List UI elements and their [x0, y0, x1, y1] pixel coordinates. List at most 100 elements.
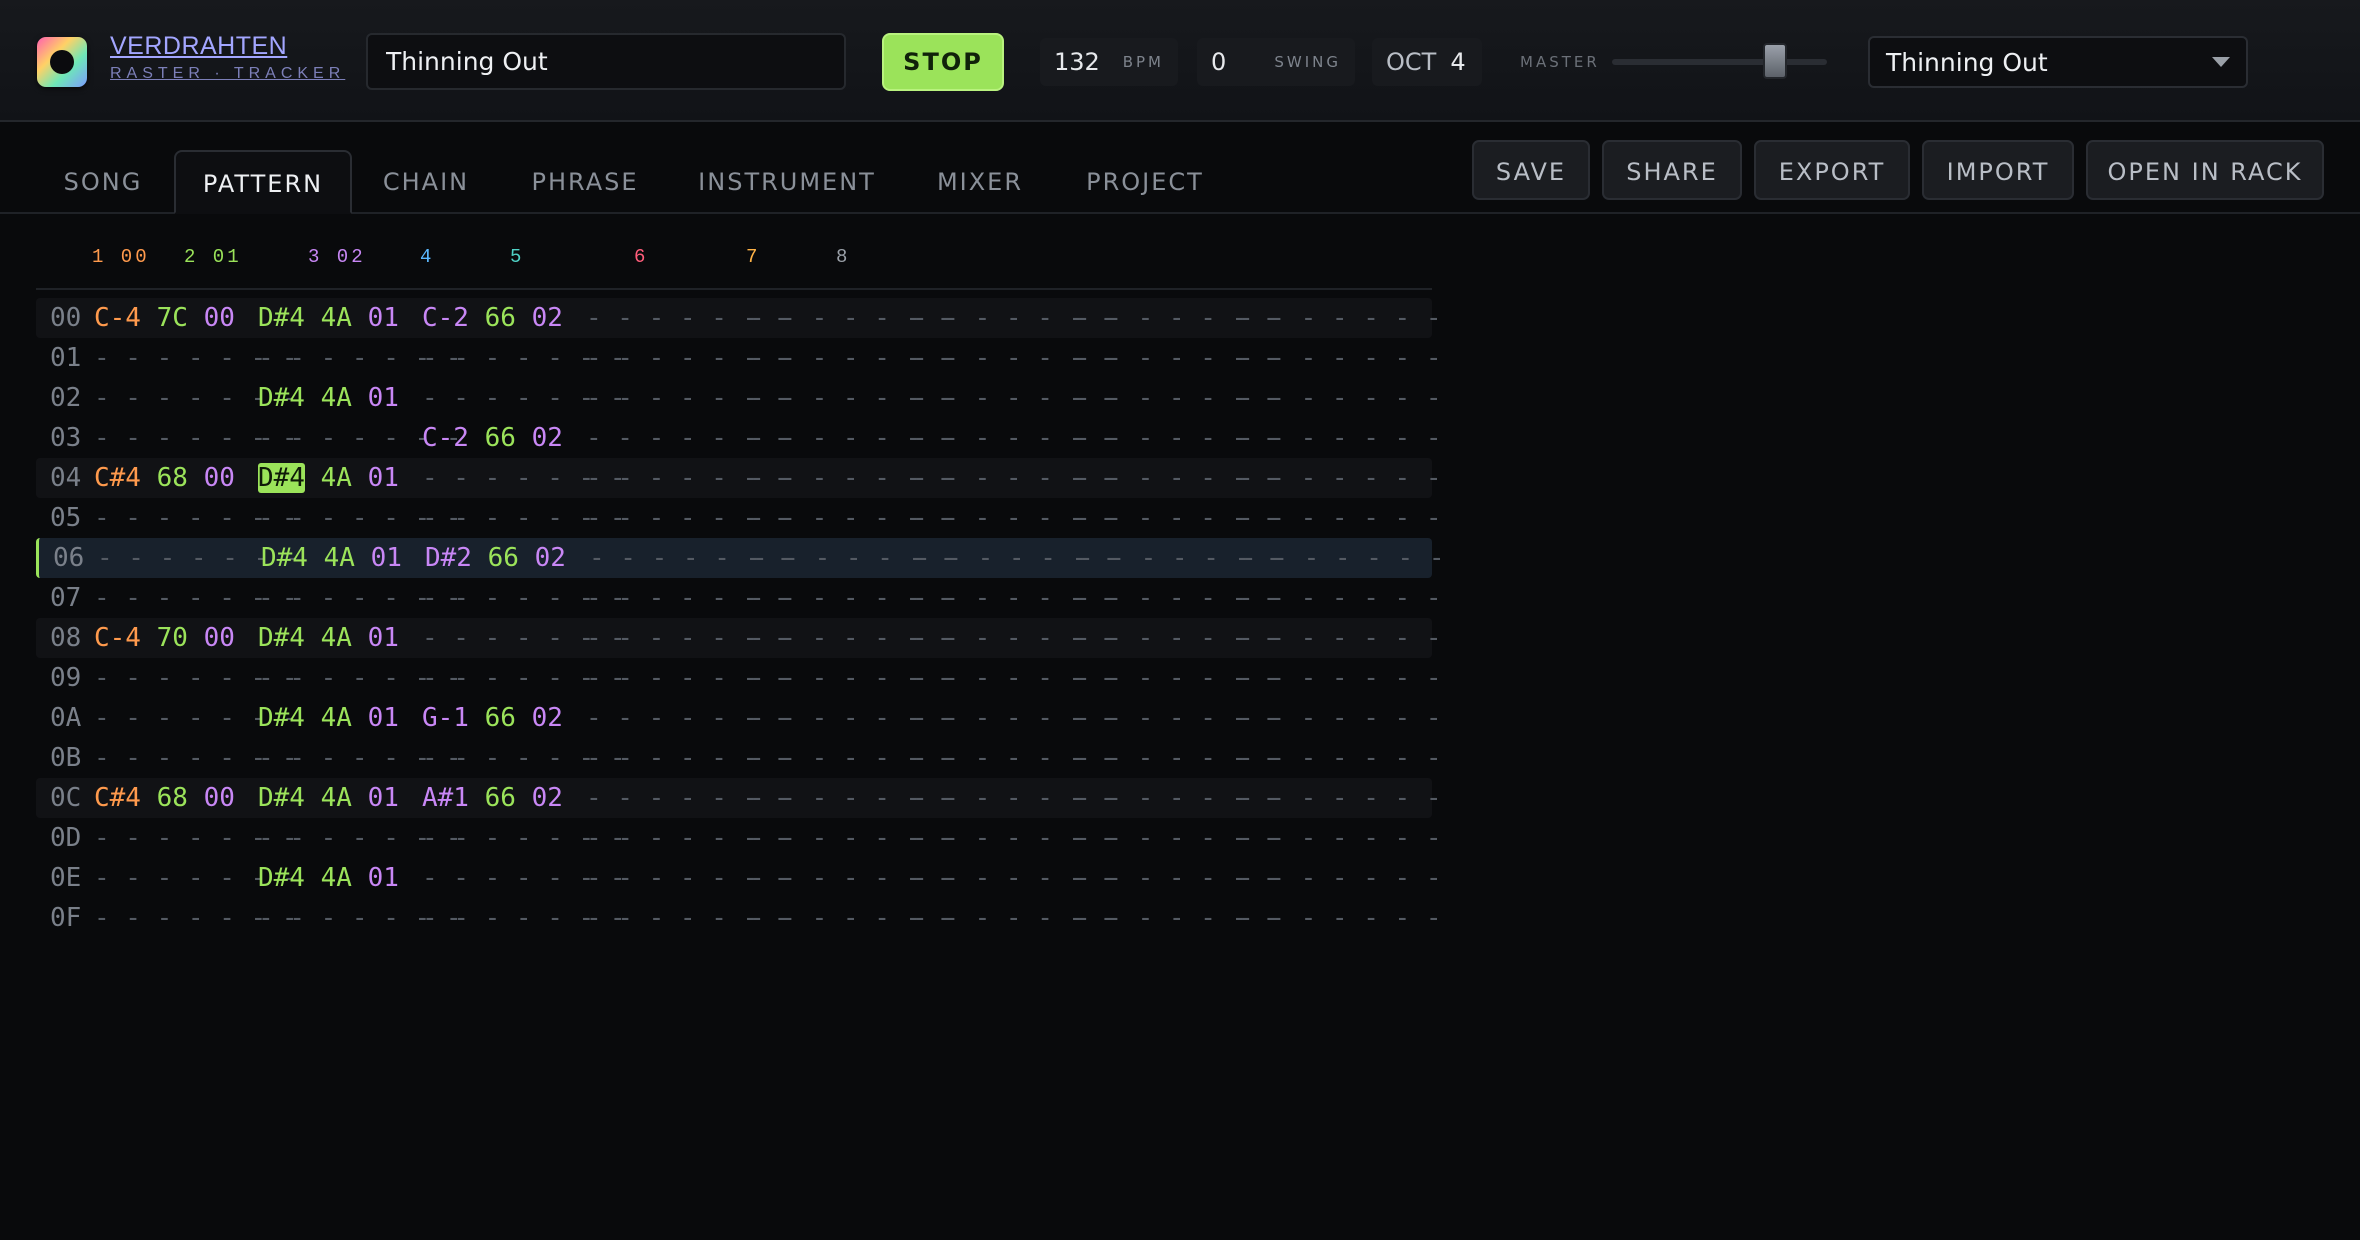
pattern-cell[interactable]: C-2 66 02: [422, 418, 563, 458]
pattern-cell[interactable]: C#4 68 00: [94, 458, 235, 498]
brand-link[interactable]: VERDRAHTEN: [110, 32, 345, 61]
pattern-grid: 1 00 2 01 3 02 4 5 6 7 8 00 C-4 7C 00 D#4 4A 01 C-…: [36, 220, 1445, 933]
tab-chain[interactable]: CHAIN: [366, 150, 486, 214]
pattern-cell[interactable]: C-2 66 02: [422, 298, 563, 338]
effect-value: 02: [531, 783, 563, 813]
channel-label-7[interactable]: 7: [746, 246, 760, 268]
channel-label-5[interactable]: 5: [510, 246, 524, 268]
master-volume-handle[interactable]: [1763, 43, 1788, 79]
pattern-cell[interactable]: D#4 4A 01: [258, 458, 399, 498]
tab-project[interactable]: PROJECT: [1070, 150, 1220, 214]
pattern-cell[interactable]: D#4 4A 01: [258, 778, 399, 818]
channel-label-4[interactable]: 4: [420, 246, 434, 268]
pattern-cell[interactable]: D#2 66 02: [425, 538, 566, 578]
pattern-rows: 00 C-4 7C 00 D#4 4A 01 C-2 66 02 - - - - - -…: [36, 298, 1445, 938]
note-value: C-4: [94, 623, 141, 653]
channel-label-8[interactable]: 8: [836, 246, 850, 268]
empty-step: - - - - - - -: [1238, 583, 1442, 613]
empty-step: - - - - - - -: [1238, 663, 1442, 693]
pattern-cell[interactable]: C-4 70 00: [94, 618, 235, 658]
song-title-input[interactable]: [366, 33, 846, 90]
row-number: 0E: [50, 863, 82, 893]
pattern-cell[interactable]: A#1 66 02: [422, 778, 563, 818]
pattern-cell[interactable]: C-4 7C 00: [94, 298, 235, 338]
master-volume-slider[interactable]: [1612, 59, 1827, 65]
pattern-cell[interactable]: G-1 66 02: [422, 698, 563, 738]
tab-mixer[interactable]: MIXER: [920, 150, 1040, 214]
pattern-row: 02- - - - - - - D#4 4A 01- - - - - - -- -…: [36, 378, 1442, 418]
effect-value: 01: [367, 383, 399, 413]
instrument-value: 4A: [323, 543, 355, 573]
share-button[interactable]: SHARE: [1602, 140, 1742, 200]
pattern-row: 07- - - - - - -- - - - - - -- - - - - - …: [36, 578, 1442, 618]
pattern-cell[interactable]: D#4 4A 01: [261, 538, 402, 578]
channel-label-6[interactable]: 6: [634, 246, 648, 268]
save-button[interactable]: SAVE: [1472, 140, 1590, 200]
channel-label-1[interactable]: 1 00: [92, 246, 150, 268]
row-number: 07: [50, 583, 82, 613]
pattern-cell[interactable]: - - - - - - -: [1238, 738, 1442, 778]
stop-button[interactable]: STOP: [882, 33, 1004, 91]
pattern-row: 08 C-4 70 00 D#4 4A 01- - - - - - -- - - -…: [36, 618, 1442, 658]
pattern-cell[interactable]: - - - - - - -: [1238, 618, 1442, 658]
bpm-field[interactable]: 132 BPM: [1040, 38, 1178, 86]
pattern-cell[interactable]: D#4 4A 01: [258, 858, 399, 898]
note-value: G-1: [422, 703, 469, 733]
chevron-down-icon: [2212, 57, 2230, 67]
pattern-cell[interactable]: - - - - - - -: [1238, 298, 1442, 338]
pattern-cell[interactable]: D#4 4A 01: [258, 378, 399, 418]
row-number: 0A: [50, 703, 82, 733]
pattern-cell[interactable]: - - - - - - -: [1238, 418, 1442, 458]
instrument-value: 7C: [156, 303, 188, 333]
export-button[interactable]: EXPORT: [1754, 140, 1910, 200]
pattern-row: 09- - - - - - -- - - - - - -- - - - - - …: [36, 658, 1442, 698]
pattern-cell[interactable]: - - - - - - -: [1238, 818, 1442, 858]
tab-pattern[interactable]: PATTERN: [174, 150, 352, 214]
pattern-cell[interactable]: - - - - - - -: [1238, 898, 1442, 938]
empty-step: - - - - - - -: [1238, 863, 1442, 893]
preset-select[interactable]: Thinning Out: [1868, 36, 2248, 88]
row-number: 03: [50, 423, 82, 453]
octave-field[interactable]: OCT 4: [1372, 38, 1482, 86]
channel-label-2[interactable]: 2 01: [184, 246, 242, 268]
swing-field[interactable]: 0 SWING: [1197, 38, 1355, 86]
pattern-cell[interactable]: - - - - - - -: [1238, 578, 1442, 618]
pattern-cell[interactable]: - - - - - - -: [1238, 698, 1442, 738]
empty-step: - - - - - - -: [1238, 903, 1442, 933]
pattern-row: 06- - - - - - - D#4 4A 01 D#2 66 02- - - -…: [36, 538, 1445, 578]
empty-step: - - - - - - -: [1238, 463, 1442, 493]
note-value: C#4: [94, 783, 141, 813]
row-number: 00: [50, 303, 82, 333]
pattern-cell[interactable]: D#4 4A 01: [258, 618, 399, 658]
pattern-row: 00 C-4 7C 00 D#4 4A 01 C-2 66 02 - - - - - -…: [36, 298, 1442, 338]
pattern-row: 0F - - - - - - -- - - - - - -- - - - - - …: [36, 898, 1442, 938]
octave-label: OCT: [1386, 48, 1437, 76]
pattern-cell[interactable]: - - - - - - -: [1238, 338, 1442, 378]
channel-label-3[interactable]: 3 02: [308, 246, 366, 268]
tab-phrase[interactable]: PHRASE: [516, 150, 654, 214]
instrument-value: 66: [484, 303, 516, 333]
pattern-cell[interactable]: - - - - - - -: [1238, 458, 1442, 498]
row-number: 0B: [50, 743, 82, 773]
tab-instrument[interactable]: INSTRUMENT: [684, 150, 890, 214]
row-number: 05: [50, 503, 82, 533]
pattern-cell[interactable]: - - - - - - -: [1238, 658, 1442, 698]
open-in-rack-button[interactable]: OPEN IN RACK: [2086, 140, 2324, 200]
pattern-cell[interactable]: - - - - - - -: [1238, 858, 1442, 898]
pattern-cell[interactable]: D#4 4A 01: [258, 698, 399, 738]
instrument-value: 66: [484, 783, 516, 813]
tab-song[interactable]: SONG: [44, 150, 162, 214]
pattern-cell[interactable]: - - - - - - -: [1238, 498, 1442, 538]
pattern-cell[interactable]: - - - - - - -: [1238, 378, 1442, 418]
effect-value: 01: [367, 303, 399, 333]
pattern-cell[interactable]: C#4 68 00: [94, 778, 235, 818]
empty-step: - - - - - - -: [1241, 543, 1445, 573]
empty-step: - - - - - - -: [1238, 423, 1442, 453]
pattern-cell[interactable]: - - - - - - -: [1241, 538, 1445, 578]
import-button[interactable]: IMPORT: [1922, 140, 2074, 200]
effect-value: 02: [534, 543, 566, 573]
empty-step: - - - - - - -: [1238, 503, 1442, 533]
pattern-cell[interactable]: - - - - - - -: [1238, 778, 1442, 818]
pattern-row: 0B - - - - - - -- - - - - - -- - - - - - …: [36, 738, 1442, 778]
pattern-cell[interactable]: D#4 4A 01: [258, 298, 399, 338]
